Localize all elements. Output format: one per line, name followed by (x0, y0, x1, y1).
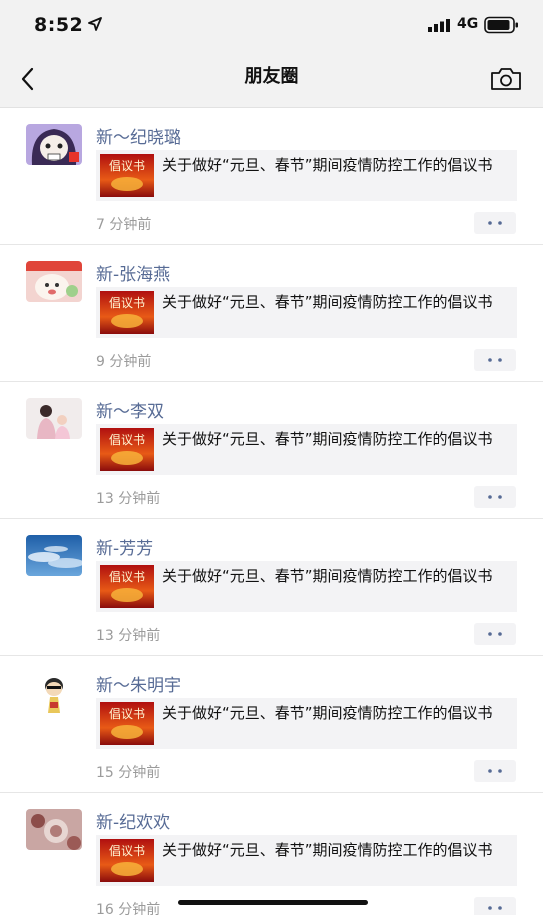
feed-post: 新-芳芳 倡议书 关于做好“元旦、春节”期间疫情防控工作的倡议书 13 分钟前 (0, 519, 543, 656)
camera-button[interactable] (489, 62, 523, 96)
avatar[interactable] (26, 535, 82, 576)
shared-article-card[interactable]: 倡议书 关于做好“元旦、春节”期间疫情防控工作的倡议书 (96, 835, 517, 886)
proposal-thumbnail-image: 倡议书 (100, 565, 154, 608)
proposal-thumbnail-image: 倡议书 (100, 839, 154, 882)
feed-post: 新～朱明宇 倡议书 关于做好“元旦、春节”期间疫情防控工作的倡议书 15 分钟前 (0, 656, 543, 793)
shared-article-card[interactable]: 倡议书 关于做好“元旦、春节”期间疫情防控工作的倡议书 (96, 287, 517, 338)
post-timestamp: 15 分钟前 (96, 765, 161, 781)
article-thumbnail: 倡议书 (100, 428, 154, 471)
article-thumbnail: 倡议书 (100, 702, 154, 745)
post-timestamp: 9 分钟前 (96, 354, 152, 370)
more-dots-icon (488, 221, 502, 225)
post-timestamp: 16 分钟前 (96, 902, 161, 915)
thumbnail-title: 倡议书 (109, 159, 145, 173)
more-actions-button[interactable] (474, 897, 516, 915)
article-thumbnail: 倡议书 (100, 839, 154, 882)
more-dots-icon (488, 632, 502, 636)
nav-bar: 朋友圈 (0, 52, 543, 108)
post-author-name[interactable]: 新-芳芳 (96, 534, 153, 559)
article-title: 关于做好“元旦、春节”期间疫情防控工作的倡议书 (162, 567, 493, 585)
article-thumbnail: 倡议书 (100, 291, 154, 334)
avatar-girl-image (26, 124, 82, 165)
article-title: 关于做好“元旦、春节”期间疫情防控工作的倡议书 (162, 704, 493, 722)
proposal-thumbnail-image: 倡议书 (100, 702, 154, 745)
post-author-name[interactable]: 新～纪晓璐 (96, 123, 181, 148)
battery-icon (484, 16, 518, 34)
more-actions-button[interactable] (474, 349, 516, 371)
more-dots-icon (488, 769, 502, 773)
more-dots-icon (488, 495, 502, 499)
article-title: 关于做好“元旦、春节”期间疫情防控工作的倡议书 (162, 430, 493, 448)
shared-article-card[interactable]: 倡议书 关于做好“元旦、春节”期间疫情防控工作的倡议书 (96, 698, 517, 749)
more-actions-button[interactable] (474, 212, 516, 234)
avatar[interactable] (26, 398, 82, 439)
avatar-sky-image (26, 535, 82, 576)
feed-post: 新-张海燕 倡议书 关于做好“元旦、春节”期间疫情防控工作的倡议书 9 分钟前 (0, 245, 543, 382)
avatar-mother-child-image (26, 398, 82, 439)
shared-article-card[interactable]: 倡议书 关于做好“元旦、春节”期间疫情防控工作的倡议书 (96, 561, 517, 612)
avatar-flowers-image (26, 809, 82, 850)
article-title: 关于做好“元旦、春节”期间疫情防控工作的倡议书 (162, 293, 493, 311)
thumbnail-title: 倡议书 (109, 433, 145, 447)
page-title: 朋友圈 (244, 66, 299, 87)
more-actions-button[interactable] (474, 623, 516, 645)
location-arrow-icon (88, 17, 102, 31)
article-title: 关于做好“元旦、春节”期间疫情防控工作的倡议书 (162, 841, 493, 859)
moments-feed: 新～纪晓璐 倡议书 关于做好“元旦、春节”期间疫情防控工作的倡议书 7 分钟前 (0, 108, 543, 915)
thumbnail-title: 倡议书 (109, 844, 145, 858)
avatar[interactable] (26, 672, 82, 713)
more-actions-button[interactable] (474, 760, 516, 782)
avatar-cartoon-image (26, 261, 82, 302)
shared-article-card[interactable]: 倡议书 关于做好“元旦、春节”期间疫情防控工作的倡议书 (96, 150, 517, 201)
status-time: 8:52 (34, 14, 84, 36)
signal-icon (428, 19, 450, 32)
back-button[interactable] (14, 60, 50, 100)
more-dots-icon (488, 906, 502, 910)
post-author-name[interactable]: 新～朱明宇 (96, 671, 181, 696)
home-indicator[interactable] (178, 900, 368, 905)
post-author-name[interactable]: 新-纪欢欢 (96, 808, 170, 833)
avatar-cartoon-boy-image (26, 672, 82, 713)
post-timestamp: 7 分钟前 (96, 217, 152, 233)
more-dots-icon (488, 358, 502, 362)
proposal-thumbnail-image: 倡议书 (100, 428, 154, 471)
feed-post: 新～李双 倡议书 关于做好“元旦、春节”期间疫情防控工作的倡议书 13 分钟前 (0, 382, 543, 519)
avatar[interactable] (26, 809, 82, 850)
thumbnail-title: 倡议书 (109, 296, 145, 310)
article-thumbnail: 倡议书 (100, 154, 154, 197)
thumbnail-title: 倡议书 (109, 570, 145, 584)
proposal-thumbnail-image: 倡议书 (100, 154, 154, 197)
network-type: 4G (457, 16, 479, 32)
shared-article-card[interactable]: 倡议书 关于做好“元旦、春节”期间疫情防控工作的倡议书 (96, 424, 517, 475)
thumbnail-title: 倡议书 (109, 707, 145, 721)
article-title: 关于做好“元旦、春节”期间疫情防控工作的倡议书 (162, 156, 493, 174)
more-actions-button[interactable] (474, 486, 516, 508)
moments-screen: 8:52 4G 朋友圈 新～纪晓璐 倡议书 关于做好“元旦、春节”期间疫情防控工… (0, 0, 543, 915)
status-bar: 8:52 4G (0, 0, 543, 52)
post-timestamp: 13 分钟前 (96, 491, 161, 507)
article-thumbnail: 倡议书 (100, 565, 154, 608)
feed-post: 新～纪晓璐 倡议书 关于做好“元旦、春节”期间疫情防控工作的倡议书 7 分钟前 (0, 108, 543, 245)
avatar[interactable] (26, 261, 82, 302)
proposal-thumbnail-image: 倡议书 (100, 291, 154, 334)
post-author-name[interactable]: 新～李双 (96, 397, 164, 422)
camera-icon (491, 68, 521, 90)
post-author-name[interactable]: 新-张海燕 (96, 260, 170, 285)
back-chevron-icon (21, 67, 34, 91)
post-timestamp: 13 分钟前 (96, 628, 161, 644)
feed-post: 新-纪欢欢 倡议书 关于做好“元旦、春节”期间疫情防控工作的倡议书 16 分钟前 (0, 793, 543, 915)
avatar[interactable] (26, 124, 82, 165)
